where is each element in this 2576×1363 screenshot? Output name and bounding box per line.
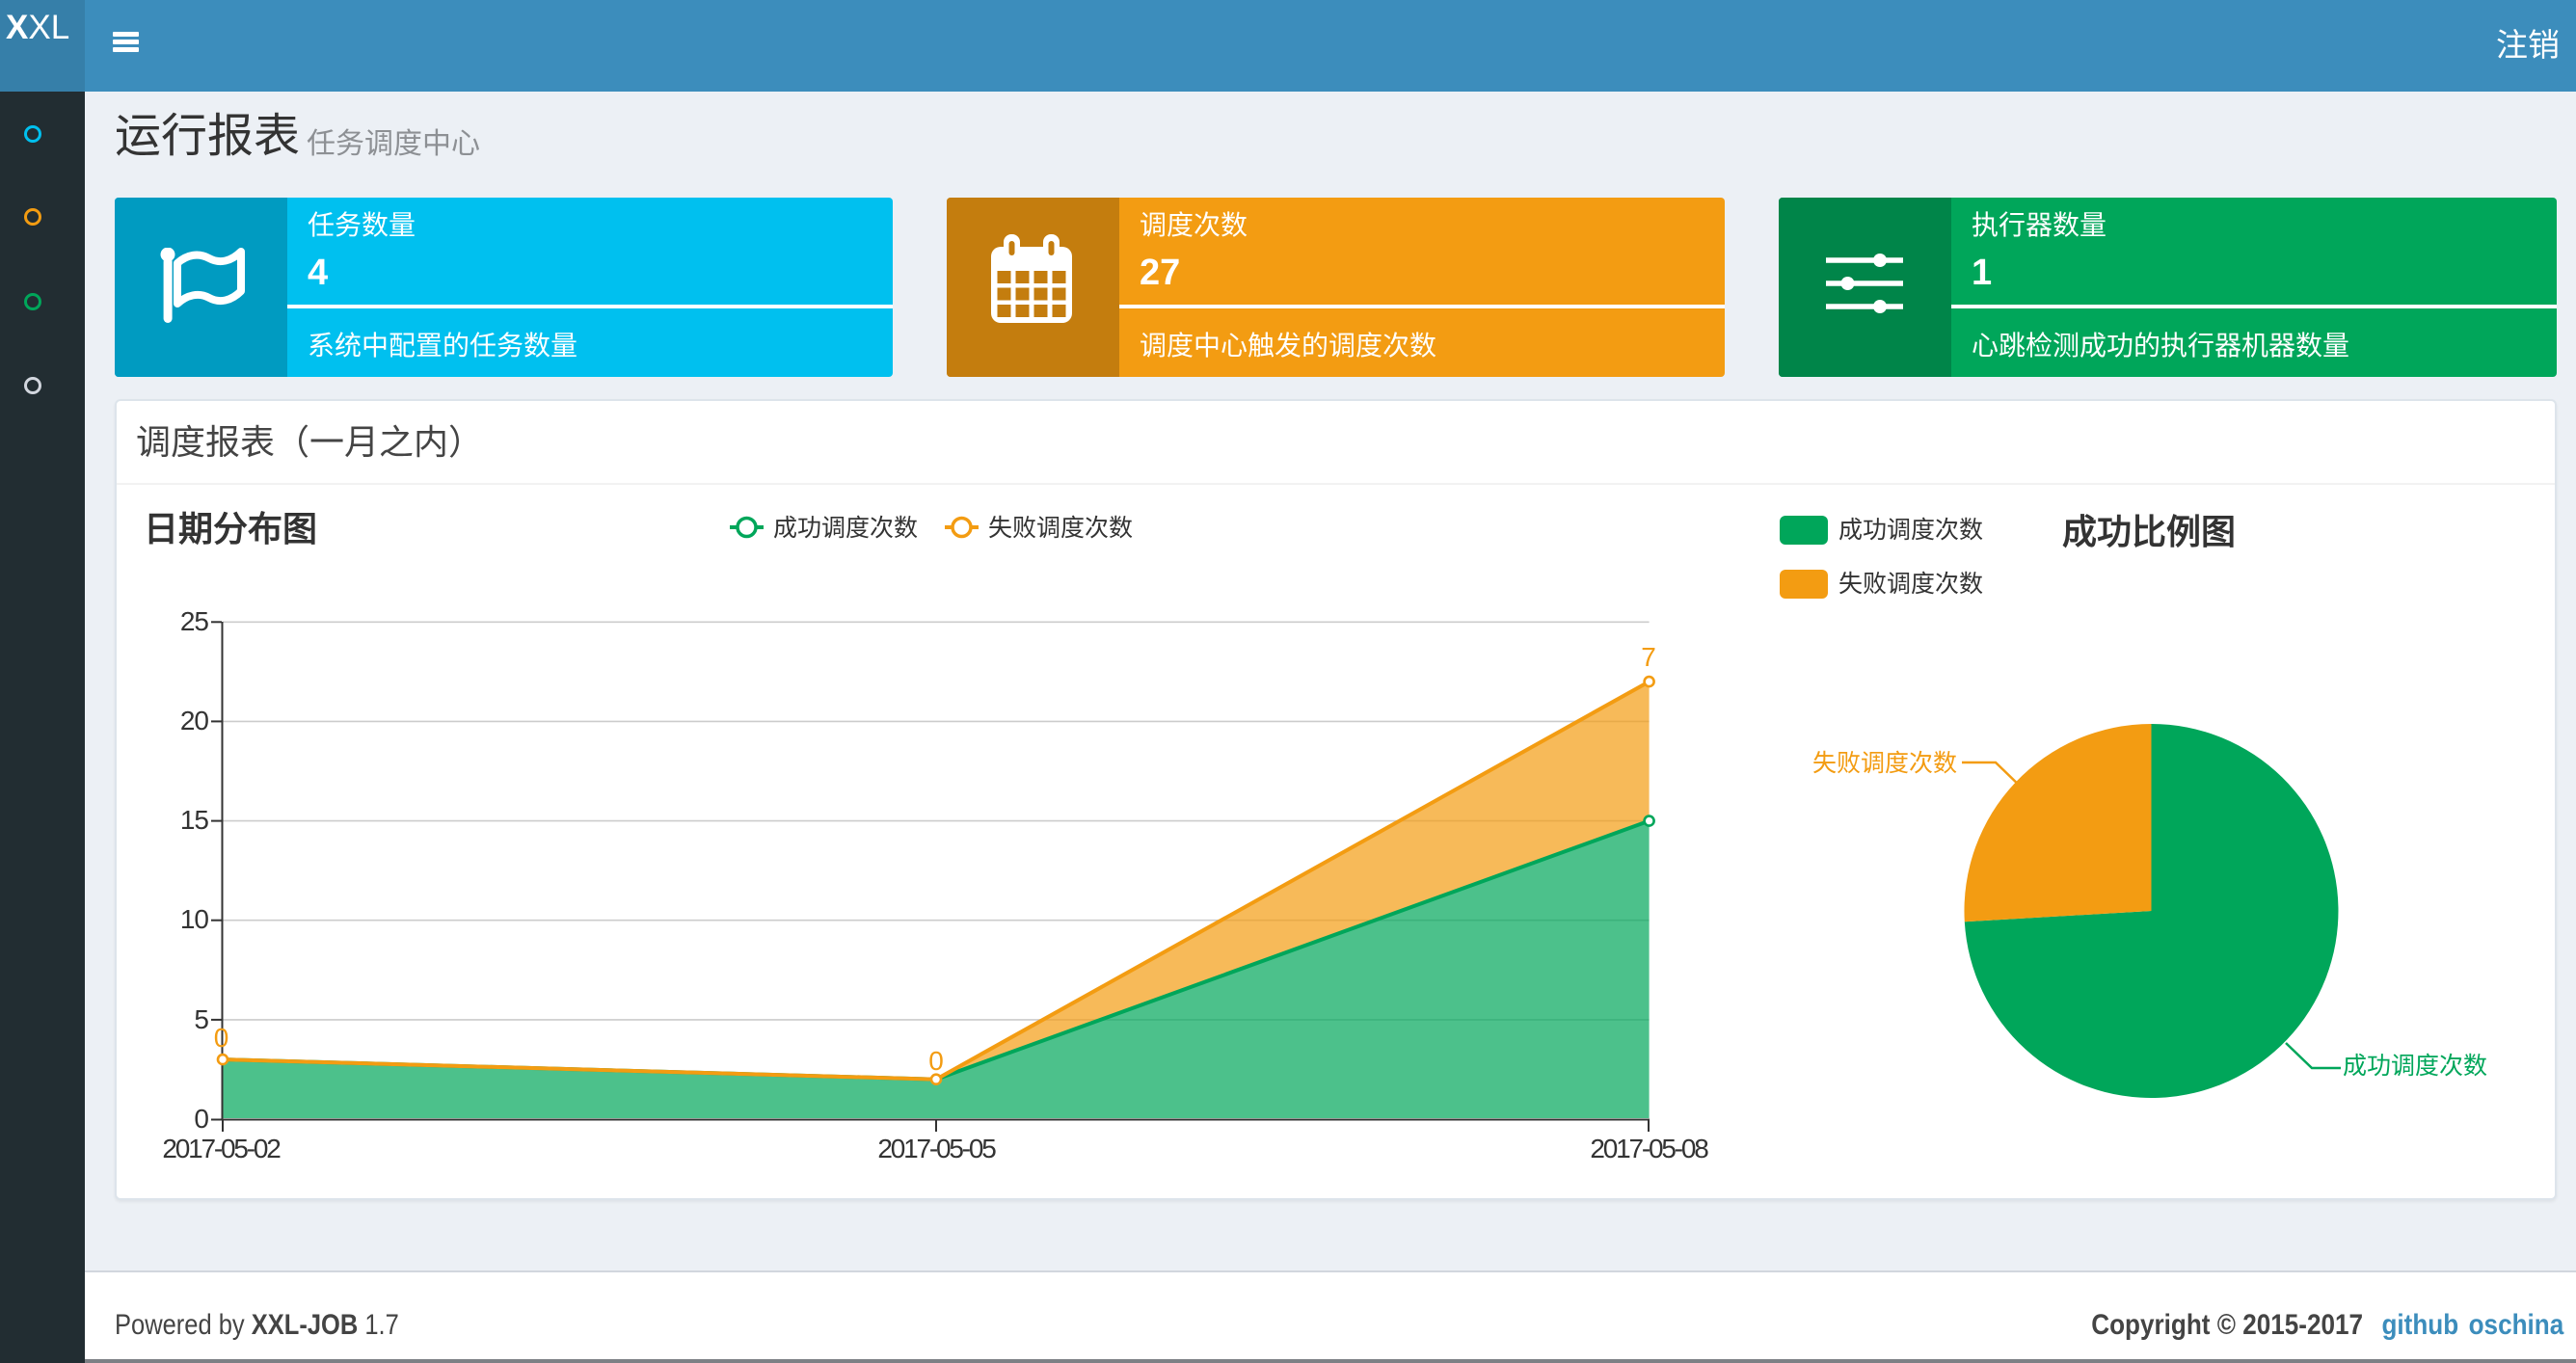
svg-text:15: 15: [180, 805, 209, 835]
svg-text:日期分布图: 日期分布图: [144, 509, 317, 548]
svg-text:2017-05-02: 2017-05-02: [162, 1134, 281, 1163]
svg-text:失败调度次数: 失败调度次数: [1838, 571, 1983, 598]
svg-text:20: 20: [180, 706, 209, 735]
svg-text:成功调度次数: 成功调度次数: [2343, 1053, 2487, 1080]
svg-text:0: 0: [194, 1104, 208, 1134]
svg-text:25: 25: [180, 606, 209, 636]
svg-text:5: 5: [194, 1004, 208, 1034]
svg-text:0: 0: [928, 1046, 944, 1076]
svg-text:7: 7: [1641, 642, 1656, 672]
svg-text:成功调度次数: 成功调度次数: [773, 515, 918, 542]
svg-text:失败调度次数: 失败调度次数: [988, 515, 1133, 542]
svg-text:2017-05-05: 2017-05-05: [877, 1134, 996, 1163]
svg-text:成功调度次数: 成功调度次数: [1838, 517, 1983, 544]
svg-text:失败调度次数: 失败调度次数: [1812, 750, 1957, 777]
svg-text:2017-05-08: 2017-05-08: [1590, 1134, 1708, 1163]
svg-text:成功比例图: 成功比例图: [2062, 512, 2236, 551]
svg-text:10: 10: [180, 904, 209, 934]
svg-text:0: 0: [214, 1023, 229, 1053]
